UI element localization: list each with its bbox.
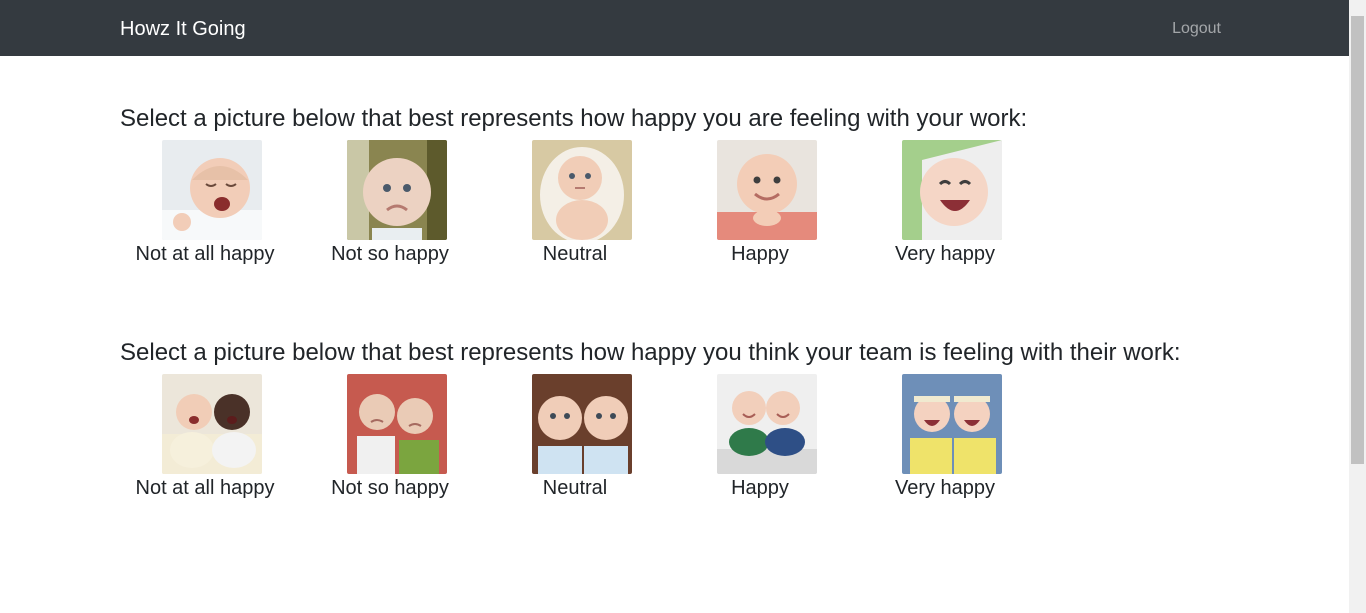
option-label: Very happy [894,477,996,499]
self-happiness-section: Select a picture below that best represe… [120,104,1320,265]
crying-baby-icon [162,140,262,240]
team-happiness-section: Select a picture below that best represe… [120,338,1320,499]
option-label: Not so happy [331,477,449,499]
neutral-baby-icon [532,140,632,240]
option-label: Happy [731,477,789,499]
crying-twins-icon [162,374,262,474]
laughing-twins-icon [902,374,1002,474]
option-label: Happy [731,243,789,265]
option-label: Very happy [894,243,996,265]
self-happiness-prompt: Select a picture below that best represe… [120,105,1028,132]
option-label: Neutral [542,477,608,499]
logout-link[interactable]: Logout [1172,18,1221,40]
neutral-twins-icon [532,374,632,474]
frowning-baby-icon [347,140,447,240]
vertical-scrollbar[interactable] [1349,0,1366,613]
team-happiness-options: Not at all happy Not so happy Neutral Ha… [120,374,1120,514]
option-label: Not so happy [331,243,449,265]
frowning-twins-icon [347,374,447,474]
laughing-baby-icon [902,140,1002,240]
option-label: Not at all happy [135,243,275,265]
brand-link[interactable]: Howz It Going [120,16,246,42]
option-label: Neutral [542,243,608,265]
option-label: Not at all happy [135,477,275,499]
self-happiness-options: Not at all happy Not so happy Neutral Ha… [120,140,1120,280]
smiling-twins-icon [717,374,817,474]
navbar: Howz It Going Logout [0,0,1349,56]
smiling-baby-icon [717,140,817,240]
team-happiness-prompt: Select a picture below that best represe… [120,339,1181,366]
scrollbar-thumb[interactable] [1351,16,1364,464]
